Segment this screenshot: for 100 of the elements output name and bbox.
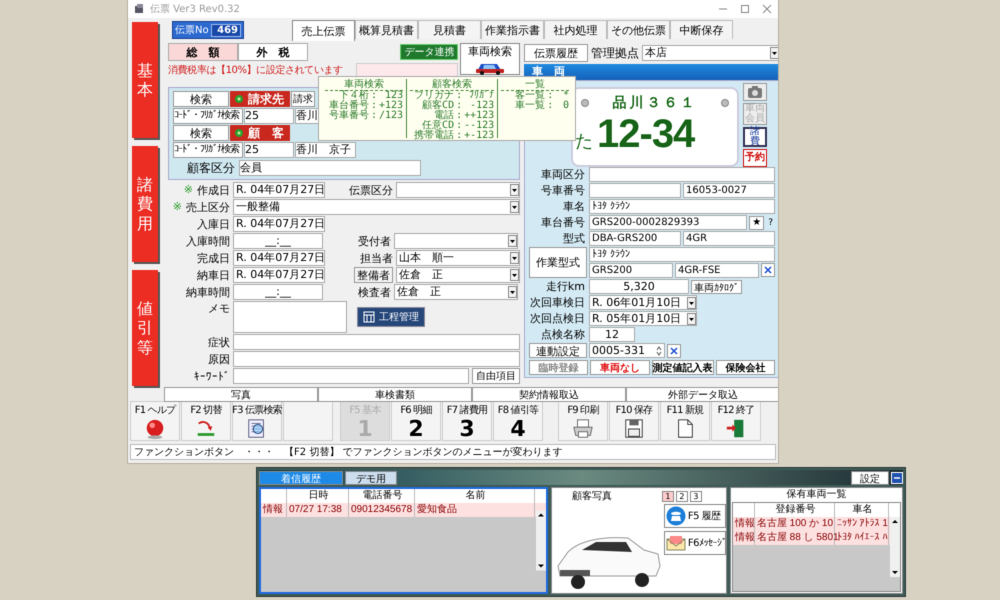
function-key[interactable]: F3 伝票検索 [232,401,282,441]
time-field[interactable]: __:__ [233,233,323,249]
side-tab[interactable]: 基本 [132,22,158,138]
settings-button[interactable]: 設定 [851,470,889,484]
minimize-button[interactable] [891,472,903,484]
slip-tab[interactable]: 作業指示書 [481,20,544,39]
slip-tab[interactable]: 見積書 [418,20,481,39]
slip-tab[interactable]: 概算見積書 [355,20,418,39]
text-field[interactable]: ﾄﾖﾀ ｸﾗｳﾝ [589,199,775,214]
date-field[interactable]: R. 04年07月27日 [233,216,325,232]
clear-button[interactable] [667,344,681,358]
tax-rate-note: 消費税率は【10%】に設定されています [168,64,344,77]
label-button[interactable]: 連動設定 [529,343,587,358]
function-key[interactable]: F10 保存 [609,401,659,441]
expenses-button[interactable]: 諸費 [743,127,767,147]
side-tab[interactable]: 値引等 [132,270,158,386]
select-field[interactable]: 山本 順一 [396,250,520,266]
field-label: 入庫時間 [186,234,230,248]
small-button[interactable]: 車両ｶﾀﾛｸﾞ [691,280,742,294]
vehicle-search-button[interactable]: 車両検索 [460,43,520,75]
slip-tab[interactable]: その他伝票 [607,20,670,39]
text-field[interactable] [233,368,469,384]
spinner-field[interactable]: 0005-331 [589,343,665,358]
free-item-button[interactable]: 自由項目 [472,368,520,384]
slip-history-button[interactable]: 伝票履歴 [524,44,588,62]
select-field[interactable] [394,233,518,249]
text-field[interactable]: 16053-0027 [683,183,775,198]
tax-mode-button[interactable]: 総 額 [168,43,238,61]
app-icon [134,4,144,14]
tax-mode-button[interactable]: 外 税 [238,43,308,61]
search-button[interactable]: 検索 [173,91,229,107]
code-field[interactable]: 25 [244,108,294,124]
slip-tab[interactable]: 中断保存 [670,20,733,39]
function-key[interactable]: F9 印刷 [558,401,608,441]
number-field[interactable]: 5,320 [589,279,689,294]
camera-button[interactable] [743,83,767,101]
function-key[interactable]: F7 諸費用 3 [442,401,492,441]
text-field[interactable] [589,167,775,182]
slip-tab[interactable]: 売上伝票 [292,20,355,41]
select-field[interactable]: 佐倉 正 [396,267,520,283]
vehicle-action-button[interactable]: 車両なし [590,360,650,375]
function-key[interactable] [283,401,333,441]
code-field[interactable]: 25 [244,142,294,158]
function-key[interactable]: F1 ヘルプ [130,401,180,441]
date-field[interactable]: R. 06年01月10日 [589,295,697,310]
text-field[interactable] [589,183,681,198]
text-field[interactable] [233,334,520,350]
function-key[interactable]: F2 切替 [181,401,231,441]
name-field[interactable]: 香川 京子 [295,142,356,158]
number-field[interactable]: 12 [589,327,635,342]
select-field[interactable]: 一般整備 [233,199,520,215]
section-button[interactable]: 契約情報取込 [472,387,626,402]
digit-label: 3 [459,418,475,442]
function-key[interactable]: F6 明細 2 [391,401,441,441]
function-key[interactable]: F12 終了 [711,401,761,441]
page-button[interactable]: 3 [690,490,702,502]
memo-field[interactable] [233,301,347,333]
text-field[interactable]: ﾄﾖﾀ ｸﾗｳﾝ [589,247,775,262]
clear-button[interactable] [761,263,775,277]
vehicle-action-button[interactable]: 臨時登録 [529,360,588,375]
date-field[interactable]: R. 05年01月10日 [589,311,697,326]
small-button[interactable]: ★ [749,216,764,230]
vehicle-action-button[interactable]: 測定値記入表 [652,360,714,375]
select-field[interactable] [396,182,520,198]
date-field[interactable]: R. 04年07月27日 [233,182,325,198]
section-button[interactable]: 外部データ取込 [626,387,778,402]
process-button[interactable]: 工程管理 [357,307,425,327]
text-field[interactable]: 4GR-FSE [675,263,759,278]
reservation-button[interactable]: 予約 [743,149,767,167]
label-button[interactable]: 作業型式 [529,247,587,278]
text-field[interactable]: 4GR [683,231,775,246]
customer-class-field[interactable]: 会員 [239,160,421,176]
vehicle-action-button[interactable]: 保険会社 [716,360,775,375]
page-button[interactable]: 1 [662,490,674,502]
branch-select[interactable]: 本店 [642,45,778,61]
side-tab[interactable]: 諸費用 [132,146,158,262]
date-field[interactable]: R. 04年07月27日 [233,267,325,283]
function-key[interactable]: F8 値引等 4 [493,401,543,441]
text-field[interactable]: GRS200 [589,263,673,278]
text-field[interactable] [233,351,520,367]
staff-button[interactable]: 整備者 [354,267,393,283]
slip-tab[interactable]: 社内処理 [544,20,607,39]
billing-button[interactable]: 請求 [291,91,315,107]
text-field[interactable]: GRS200-0002829393 [589,215,748,230]
popup-text: +123 [379,101,404,111]
page-button[interactable]: 2 [676,490,688,502]
text-field[interactable]: DBA-GRS200 [589,231,681,246]
time-field[interactable]: __:__ [233,284,323,300]
panel-tab[interactable]: デモ用 [345,470,397,484]
panel-tab[interactable]: 着信履歴 [259,470,343,484]
section-button[interactable]: 車検書類 [318,387,472,402]
search-button[interactable]: 検索 [173,125,229,141]
history-button[interactable]: F5 履歴 [664,504,726,528]
field-label: メモ [208,301,230,316]
date-field[interactable]: R. 04年07月27日 [233,250,325,266]
data-link-badge[interactable]: データ連携 [400,44,458,60]
select-field[interactable]: 佐倉 正 [394,284,518,300]
function-key[interactable]: F11 新規 [660,401,710,441]
section-button[interactable]: 写真 [164,387,318,402]
message-button[interactable]: F6ﾒｯｾｰｼﾞ [664,531,726,555]
